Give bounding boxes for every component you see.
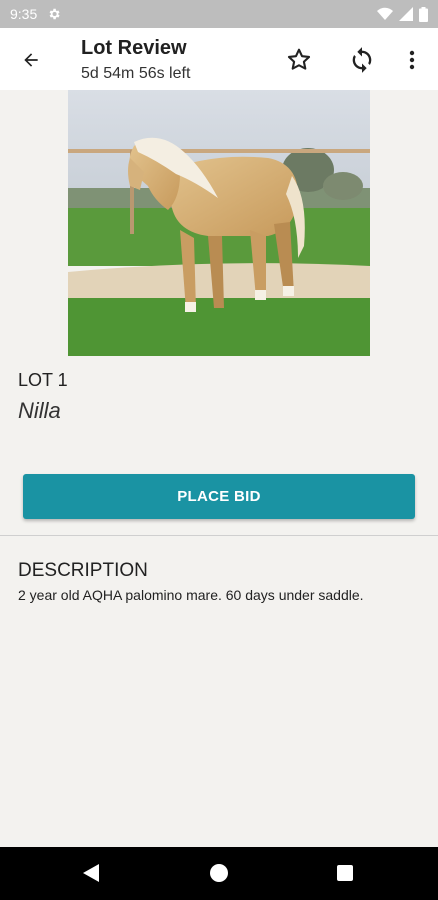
lot-photo[interactable]	[68, 90, 370, 356]
watch-button[interactable]	[283, 44, 315, 76]
description-heading: DESCRIPTION	[18, 560, 148, 581]
countdown-timer: 5d 54m 56s left	[81, 65, 191, 82]
star-outline-icon	[287, 48, 311, 70]
signal-icon	[399, 7, 413, 21]
settings-icon	[49, 8, 60, 20]
horse-image	[68, 90, 370, 356]
back-arrow-icon	[24, 53, 38, 67]
lot-name: Nilla	[18, 398, 61, 423]
more-options-button[interactable]	[400, 44, 424, 76]
refresh-icon	[352, 47, 372, 73]
nav-back-icon[interactable]	[83, 864, 99, 882]
nav-home-icon[interactable]	[210, 864, 228, 882]
wifi-icon	[377, 7, 393, 20]
refresh-button[interactable]	[346, 44, 378, 76]
lot-number: LOT 1	[18, 370, 68, 390]
status-bar: 9:35	[0, 0, 438, 28]
app-bar: Lot Review 5d 54m 56s left	[0, 28, 438, 90]
divider	[0, 535, 438, 536]
back-button[interactable]	[14, 43, 48, 77]
status-time: 9:35	[10, 6, 38, 22]
system-nav-bar	[0, 847, 438, 900]
page-title: Lot Review	[81, 37, 187, 59]
status-icons	[377, 6, 428, 22]
place-bid-button[interactable]: PLACE BID	[23, 474, 415, 519]
description-text: 2 year old AQHA palomino mare. 60 days u…	[18, 587, 364, 603]
battery-icon	[419, 6, 428, 22]
nav-recents-icon[interactable]	[337, 865, 353, 881]
more-vert-icon	[409, 50, 415, 70]
